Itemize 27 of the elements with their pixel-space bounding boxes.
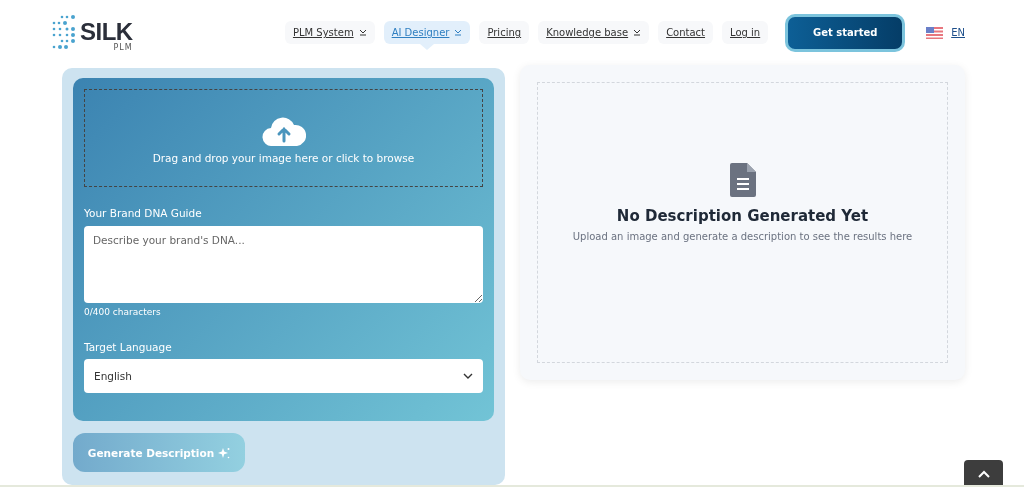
empty-state-message: Upload an image and generate a description to see the results here	[572, 231, 913, 242]
nav-link[interactable]: AI Designer	[383, 21, 471, 44]
document-icon	[729, 163, 756, 197]
nav-link[interactable]: Pricing	[479, 21, 530, 44]
nav-link[interactable]: Log in	[722, 21, 769, 44]
character-counter: 0/400 characters	[84, 307, 162, 317]
field-label: Your Brand DNA Guide	[84, 207, 203, 219]
pointer-arrow	[420, 44, 434, 50]
dropzone-text: Drag and drop your image here or click to browse	[152, 152, 415, 164]
language-selector[interactable]: EN	[926, 26, 965, 39]
logo-wordmark: SILK	[80, 19, 133, 44]
scroll-to-top-button[interactable]	[964, 460, 1003, 485]
brand-dna-field[interactable]: Describe your brand's DNA...	[84, 226, 483, 303]
nav-link[interactable]: PLM System	[284, 21, 375, 44]
logo-subtitle: PLM	[113, 43, 133, 52]
chevron-up-icon	[977, 469, 990, 478]
flag-icon	[926, 26, 944, 39]
field-label: Target Language	[84, 341, 173, 353]
get-started-button[interactable]: Get started	[785, 13, 906, 52]
cloud-upload-icon	[261, 116, 306, 146]
empty-state-title: No Description Generated Yet	[616, 207, 869, 225]
logo-dots-icon	[52, 13, 78, 52]
sparkle-icon	[218, 446, 231, 459]
language-dropdown[interactable]: English	[84, 359, 483, 393]
chevron-down-icon	[463, 373, 473, 379]
nav-link[interactable]: Contact	[658, 21, 714, 44]
nav-link[interactable]: Knowledge base	[538, 21, 650, 44]
